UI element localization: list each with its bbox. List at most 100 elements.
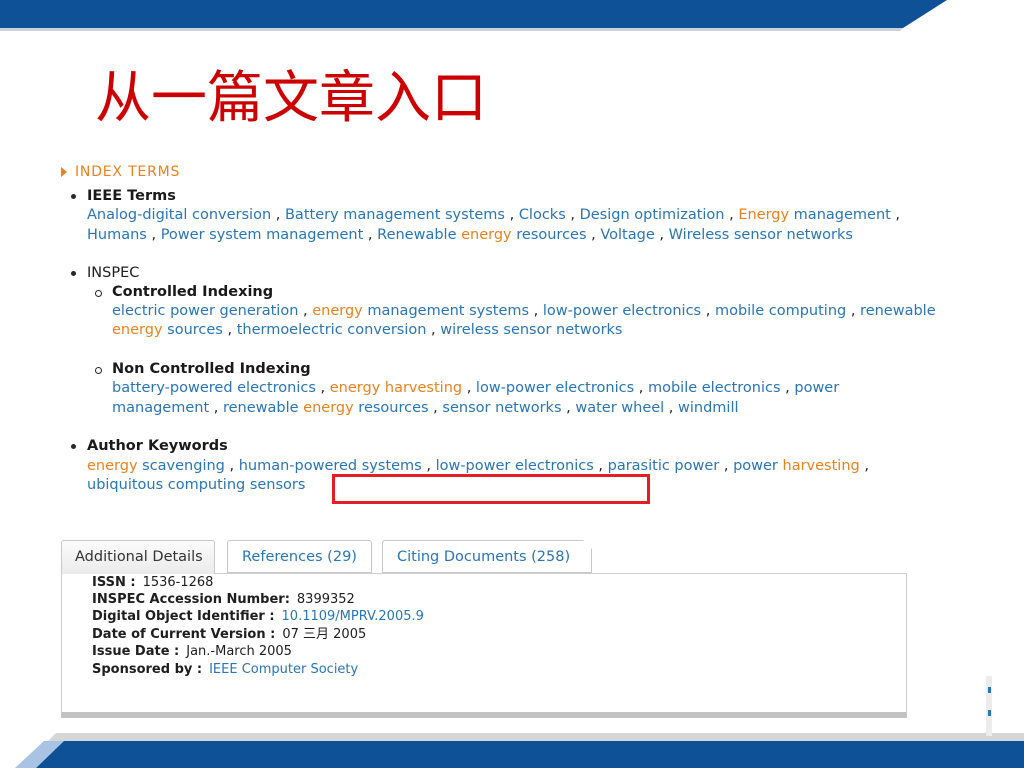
detail-value: 8399352 — [296, 592, 355, 607]
detail-label: Issue Date : — [92, 644, 180, 659]
term-separator: , — [593, 458, 608, 474]
term-separator: , — [859, 458, 869, 474]
index-term-link[interactable]: ubiquitous computing sensors — [87, 477, 305, 493]
term-separator: , — [654, 227, 669, 243]
term-separator: , — [529, 303, 543, 319]
index-term-link[interactable]: renewable — [223, 400, 303, 416]
index-term-link[interactable]: Power system management — [161, 227, 364, 243]
index-term-link[interactable]: Voltage — [600, 227, 654, 243]
detail-issn: ISSN : 1536-1268 — [92, 574, 213, 592]
index-term-link[interactable]: sensor networks — [442, 400, 561, 416]
term-separator: , — [701, 303, 715, 319]
bullet-icon — [71, 271, 76, 276]
index-term-link[interactable]: battery-powered electronics — [112, 380, 316, 396]
detail-label: Digital Object Identifier : — [92, 609, 275, 624]
bullet-icon — [71, 194, 76, 199]
non-controlled-indexing-label: Non Controlled Indexing — [112, 361, 311, 377]
index-term-link[interactable]: power — [794, 380, 839, 396]
term-separator: , — [363, 227, 378, 243]
edge-scrollbar — [986, 676, 992, 736]
index-term-link[interactable]: mobile computing — [715, 303, 846, 319]
author-keywords-label: Author Keywords — [87, 438, 228, 454]
term-separator: , — [664, 400, 679, 416]
non-controlled-indexing-line: battery-powered electronics , energy har… — [112, 378, 839, 398]
term-separator: , — [315, 380, 330, 396]
detail-label: INSPEC Accession Number: — [92, 592, 290, 607]
inspec-label: INSPEC — [87, 265, 140, 281]
ieee-terms-line: Analog-digital conversion , Battery mana… — [87, 205, 900, 225]
detail-sponsored-by: Sponsored by : IEEE Computer Society — [92, 661, 358, 679]
top-banner — [0, 0, 947, 28]
highlighted-search-term[interactable]: energy harvesting — [330, 380, 462, 396]
index-term-link[interactable]: Battery management systems — [285, 207, 505, 223]
term-separator: , — [146, 227, 161, 243]
slide-title: 从一篇文章入口 — [95, 66, 487, 131]
index-term-link[interactable]: human-powered systems — [239, 458, 422, 474]
index-term-link[interactable]: renewable — [860, 303, 936, 319]
detail-value[interactable]: 10.1109/MPRV.2005.9 — [282, 609, 424, 624]
tab-references[interactable]: References (29) — [227, 540, 372, 573]
controlled-indexing-line: electric power generation , energy manag… — [112, 301, 936, 321]
index-term-link[interactable]: mobile electronics — [648, 380, 781, 396]
index-term-link[interactable]: management — [789, 207, 891, 223]
detail-label: ISSN : — [92, 575, 136, 590]
index-term-link[interactable]: Analog-digital conversion — [87, 207, 271, 223]
index-term-link[interactable]: low-power electronics — [543, 303, 701, 319]
highlighted-search-term[interactable]: energy — [112, 322, 163, 338]
index-term-link[interactable]: Wireless sensor networks — [669, 227, 853, 243]
detail-label: Sponsored by : — [92, 662, 203, 677]
index-term-link[interactable]: parasitic power — [608, 458, 720, 474]
tab-label: References (29) — [242, 549, 357, 565]
term-separator: , — [780, 380, 795, 396]
term-separator: , — [224, 458, 239, 474]
caret-right-icon[interactable] — [61, 167, 67, 177]
index-term-link[interactable]: thermoelectric conversion — [237, 322, 427, 338]
detail-label: Date of Current Version : — [92, 627, 276, 642]
ieee-terms-label: IEEE Terms — [87, 188, 176, 204]
detail-inspec-accession-number: INSPEC Accession Number: 8399352 — [92, 591, 355, 609]
term-separator: , — [209, 400, 223, 416]
index-term-link[interactable]: Design optimization — [580, 207, 725, 223]
highlighted-search-term[interactable]: harvesting — [783, 458, 860, 474]
index-term-link[interactable]: management — [112, 400, 209, 416]
term-separator: , — [724, 207, 739, 223]
index-term-link[interactable]: management systems — [363, 303, 529, 319]
term-separator: , — [504, 207, 519, 223]
term-separator: , — [462, 380, 476, 396]
author-keywords-line: ubiquitous computing sensors — [87, 475, 305, 495]
index-term-link[interactable]: Renewable — [377, 227, 461, 243]
controlled-indexing-line: energy sources , thermoelectric conversi… — [112, 320, 623, 340]
index-term-link[interactable]: sources — [163, 322, 223, 338]
term-separator: , — [222, 322, 237, 338]
highlighted-search-term[interactable]: energy — [303, 400, 354, 416]
highlighted-search-term[interactable]: energy — [461, 227, 512, 243]
tab-additional-details[interactable]: Additional Details — [61, 540, 215, 574]
tab-citing-documents[interactable]: Citing Documents (258) — [382, 540, 592, 573]
index-term-link[interactable]: low-power electronics — [476, 380, 634, 396]
index-term-link[interactable]: low-power electronics — [436, 458, 594, 474]
detail-value: Jan.-March 2005 — [186, 644, 292, 659]
bullet-icon — [71, 444, 76, 449]
detail-date-of-current-version: Date of Current Version : 07 三月 2005 — [92, 626, 366, 644]
index-term-link[interactable]: Clocks — [519, 207, 566, 223]
index-terms-heading[interactable]: INDEX TERMS — [75, 162, 180, 182]
circle-bullet-icon — [95, 290, 102, 297]
index-term-link[interactable]: water wheel — [575, 400, 664, 416]
controlled-indexing-label: Controlled Indexing — [112, 284, 274, 300]
detail-value[interactable]: IEEE Computer Society — [209, 662, 358, 677]
highlighted-search-term[interactable]: Energy — [738, 207, 789, 223]
circle-bullet-icon — [95, 367, 102, 374]
index-term-link[interactable]: power — [733, 458, 782, 474]
term-separator: , — [561, 400, 576, 416]
index-term-link[interactable]: Humans — [87, 227, 147, 243]
index-term-link[interactable]: electric power generation — [112, 303, 298, 319]
index-term-link[interactable]: scavenging — [138, 458, 225, 474]
tab-label: Citing Documents (258) — [397, 549, 571, 565]
index-term-link[interactable]: resources — [512, 227, 586, 243]
index-term-link[interactable]: resources — [354, 400, 428, 416]
highlighted-search-term[interactable]: energy — [87, 458, 138, 474]
top-banner-edge — [0, 28, 903, 31]
highlighted-search-term[interactable]: energy — [312, 303, 363, 319]
index-term-link[interactable]: windmill — [678, 400, 739, 416]
index-term-link[interactable]: wireless sensor networks — [440, 322, 622, 338]
